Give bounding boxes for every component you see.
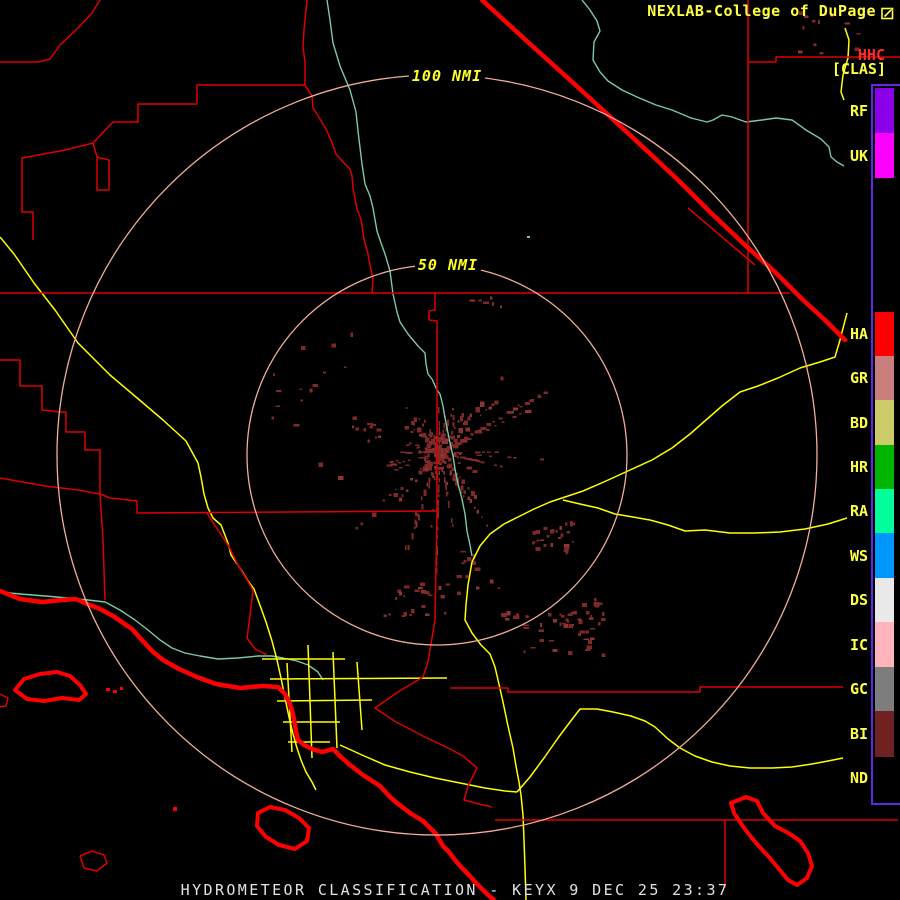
map-dot [113,690,117,693]
legend-class-label-ND: ND [849,769,868,787]
range-ring-label-100nmi: 100 NMI [408,67,486,85]
range-ring-label-50nmi: 50 NMI [414,256,482,274]
legend-segment-BI [875,711,894,757]
legend-segment-ND [875,757,894,799]
legend-class-label-IC: IC [849,635,868,654]
legend-segment-BD [875,400,894,445]
legend-class-label-RA: RA [849,502,868,520]
legend-class-label-WS: WS [849,546,868,565]
legend-segment-DS [875,578,894,622]
product-mode-label: [CLAS] [831,60,886,78]
map-dot [120,687,123,690]
legend-class-label-HR: HR [849,458,868,476]
map-layer-rivers [0,0,845,681]
legend-segment-blank [875,178,894,312]
river-dot [527,236,530,238]
legend-class-label-BD: BD [849,413,868,432]
app-title: NEXLAB-College of DuPage [647,2,876,20]
legend-segment-IC [875,622,894,667]
map-layer-highways [0,27,850,900]
external-link-icon [881,5,894,24]
legend-class-label-GR: GR [849,369,868,387]
legend-class-label-RF: RF [849,101,868,120]
legend-class-label-UK: UK [849,146,868,165]
map-layer-interstates [0,0,848,900]
legend-segment-WS [875,533,894,578]
legend-segment-GC [875,667,894,711]
legend-segment-HA [875,312,894,356]
radar-display: NEXLAB-College of DuPage HHC [CLAS] 100 … [0,0,900,900]
status-bar-text: HYDROMETEOR CLASSIFICATION - KEYX 9 DEC … [180,881,730,900]
radar-map-canvas [0,0,900,900]
map-layer-interstate-loops [13,670,814,887]
legend-segment-RF [875,88,894,133]
legend-segment-RA [875,489,894,533]
legend-class-label-HA: HA [849,325,868,343]
legend-segment-HR [875,445,894,489]
map-dot [173,807,177,811]
radar-echo-field [271,11,861,658]
legend-class-label-DS: DS [849,591,868,609]
legend-class-label-BI: BI [849,725,868,743]
legend-class-label-GC: GC [849,680,868,698]
map-dot [106,688,110,691]
legend-segment-GR [875,356,894,400]
legend-segment-UK [875,133,894,178]
